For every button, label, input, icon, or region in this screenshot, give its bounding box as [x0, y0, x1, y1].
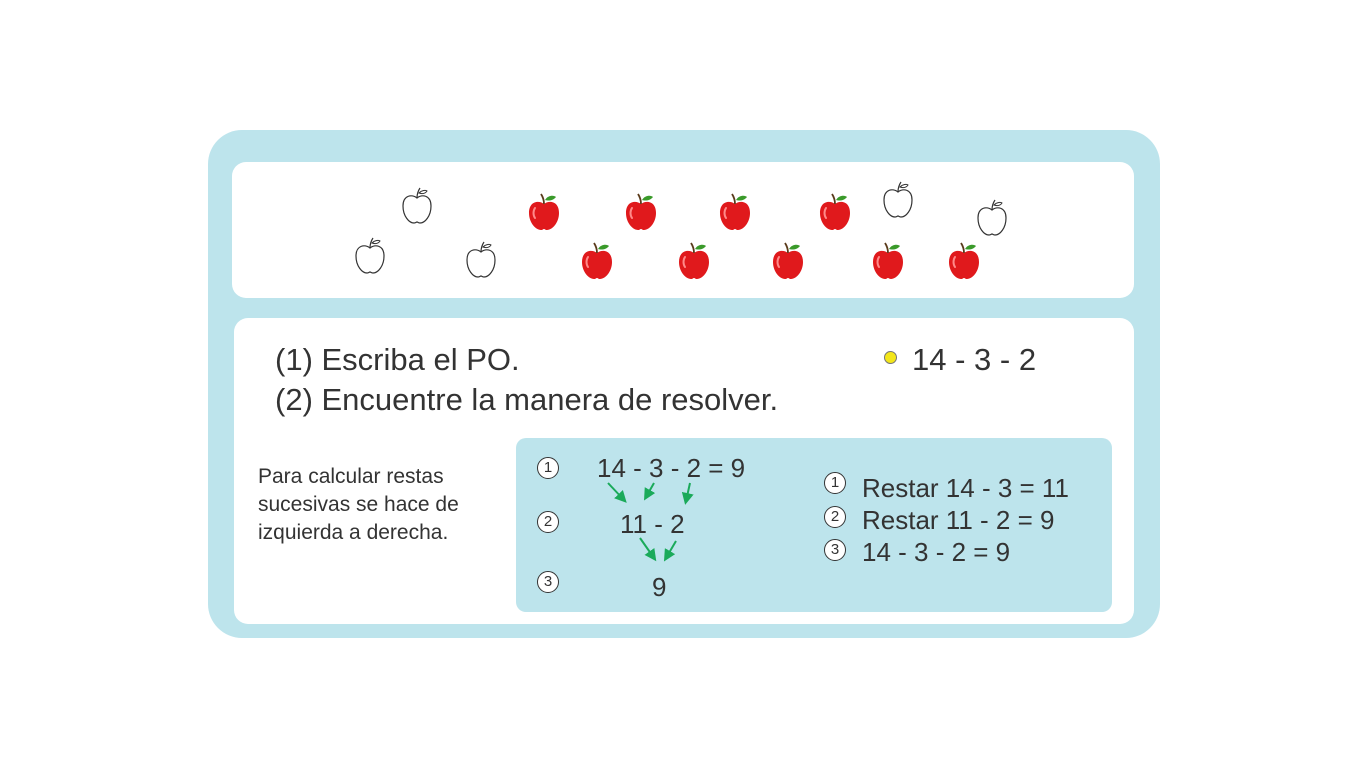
explanation-note: Para calcular restas sucesivas se hace d…: [258, 463, 459, 547]
step-number: 1: [824, 472, 846, 494]
red-apple-icon: [949, 242, 979, 279]
outline-apple-icon: [355, 237, 385, 274]
outline-apple-icon: [466, 241, 496, 278]
yellow-bullet-icon: [884, 351, 897, 364]
calc-row-3: 9: [652, 572, 667, 602]
red-apple-icon: [820, 193, 850, 230]
step-marker: 1: [537, 457, 559, 479]
step-number: 2: [824, 506, 846, 528]
instruction-1: (1) Escriba el PO.: [275, 342, 520, 377]
outline-apple-icon: [883, 181, 913, 218]
red-apple-icon: [720, 193, 750, 230]
outline-apple-icon: [977, 199, 1007, 236]
outline-apple-icon: [402, 187, 432, 224]
step-text: Restar 11 - 2 = 9: [862, 505, 1055, 535]
flow-arrows: [607, 482, 694, 562]
red-apple-icon: [679, 242, 709, 279]
step-marker: 3: [537, 571, 559, 593]
expression: 14 - 3 - 2: [912, 342, 1037, 377]
note-line: sucesivas se hace de: [258, 493, 459, 516]
note-line: Para calcular restas: [258, 465, 444, 488]
red-apple-icon: [626, 193, 656, 230]
step-text: Restar 14 - 3 = 11: [862, 473, 1069, 503]
note-line: izquierda a derecha.: [258, 521, 449, 544]
step-text: 14 - 3 - 2 = 9: [862, 537, 1011, 567]
red-apple-icon: [529, 193, 559, 230]
red-apple-icon: [773, 242, 803, 279]
step-number: 3: [824, 539, 846, 561]
instruction-2: (2) Encuentre la manera de resolver.: [275, 382, 779, 417]
step-marker: 2: [537, 511, 559, 533]
red-apple-icon: [582, 242, 612, 279]
red-apple-icon: [873, 242, 903, 279]
